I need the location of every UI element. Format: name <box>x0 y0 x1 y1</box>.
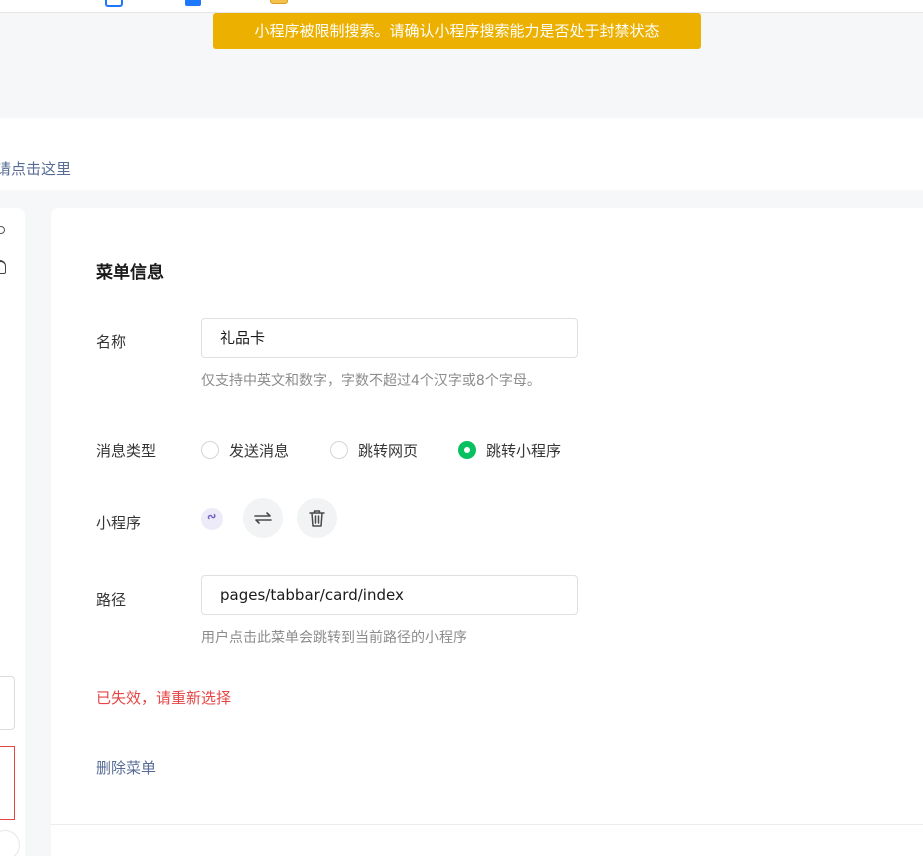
switch-icon[interactable] <box>243 498 283 538</box>
delete-menu-link[interactable]: 删除菜单 <box>96 757 156 778</box>
message-type-label: 消息类型 <box>96 442 157 460</box>
preview-menu-item[interactable] <box>0 676 15 730</box>
radio-circle[interactable] <box>330 441 348 459</box>
radio-label: 跳转小程序 <box>486 441 562 460</box>
radio-label: 跳转网页 <box>358 441 419 460</box>
restriction-notice: 小程序被限制搜索。请确认小程序搜索能力是否处于封禁状态 <box>213 13 701 49</box>
bookmark-icon[interactable] <box>185 0 201 6</box>
name-tip: 仅支持中英文和数字，字数不超过4个汉字或8个字母。 <box>201 373 541 389</box>
invalid-warning: 已失效，请重新选择 <box>96 689 232 707</box>
user-icon[interactable] <box>0 260 6 274</box>
divider <box>51 824 923 825</box>
preview-menu-item-selected[interactable] <box>0 746 15 820</box>
radio-send-message[interactable]: 发送消息 <box>201 440 289 460</box>
radio-circle-selected[interactable] <box>458 441 476 459</box>
hint-row: 请点击这里 <box>0 118 923 190</box>
menu-preview-panel <box>0 208 25 856</box>
mini-program-icon <box>201 508 223 530</box>
path-label: 路径 <box>96 591 127 609</box>
radio-open-webpage[interactable]: 跳转网页 <box>330 440 418 460</box>
name-label: 名称 <box>96 333 127 351</box>
keyboard-icon[interactable] <box>0 830 20 856</box>
bookmark-folder-icon[interactable] <box>270 0 288 4</box>
mini-program-label: 小程序 <box>96 514 142 532</box>
trash-icon[interactable] <box>297 498 337 538</box>
bookmark-icon[interactable] <box>105 0 123 7</box>
banner-area: 小程序被限制搜索。请确认小程序搜索能力是否处于封禁状态 <box>0 13 923 118</box>
click-here-link[interactable]: 请点击这里 <box>0 158 71 179</box>
settings-icon[interactable] <box>0 226 5 234</box>
radio-label: 发送消息 <box>229 441 290 460</box>
radio-open-mini-program[interactable]: 跳转小程序 <box>458 440 561 460</box>
name-input[interactable]: 礼品卡 <box>201 318 578 358</box>
path-input[interactable]: pages/tabbar/card/index <box>201 575 578 615</box>
section-title: 菜单信息 <box>96 263 164 283</box>
path-tip: 用户点击此菜单会跳转到当前路径的小程序 <box>201 630 467 646</box>
menu-info-card: 菜单信息 名称 礼品卡 仅支持中英文和数字，字数不超过4个汉字或8个字母。 消息… <box>51 208 923 856</box>
bookmark-strip <box>0 0 923 13</box>
radio-circle[interactable] <box>201 441 219 459</box>
